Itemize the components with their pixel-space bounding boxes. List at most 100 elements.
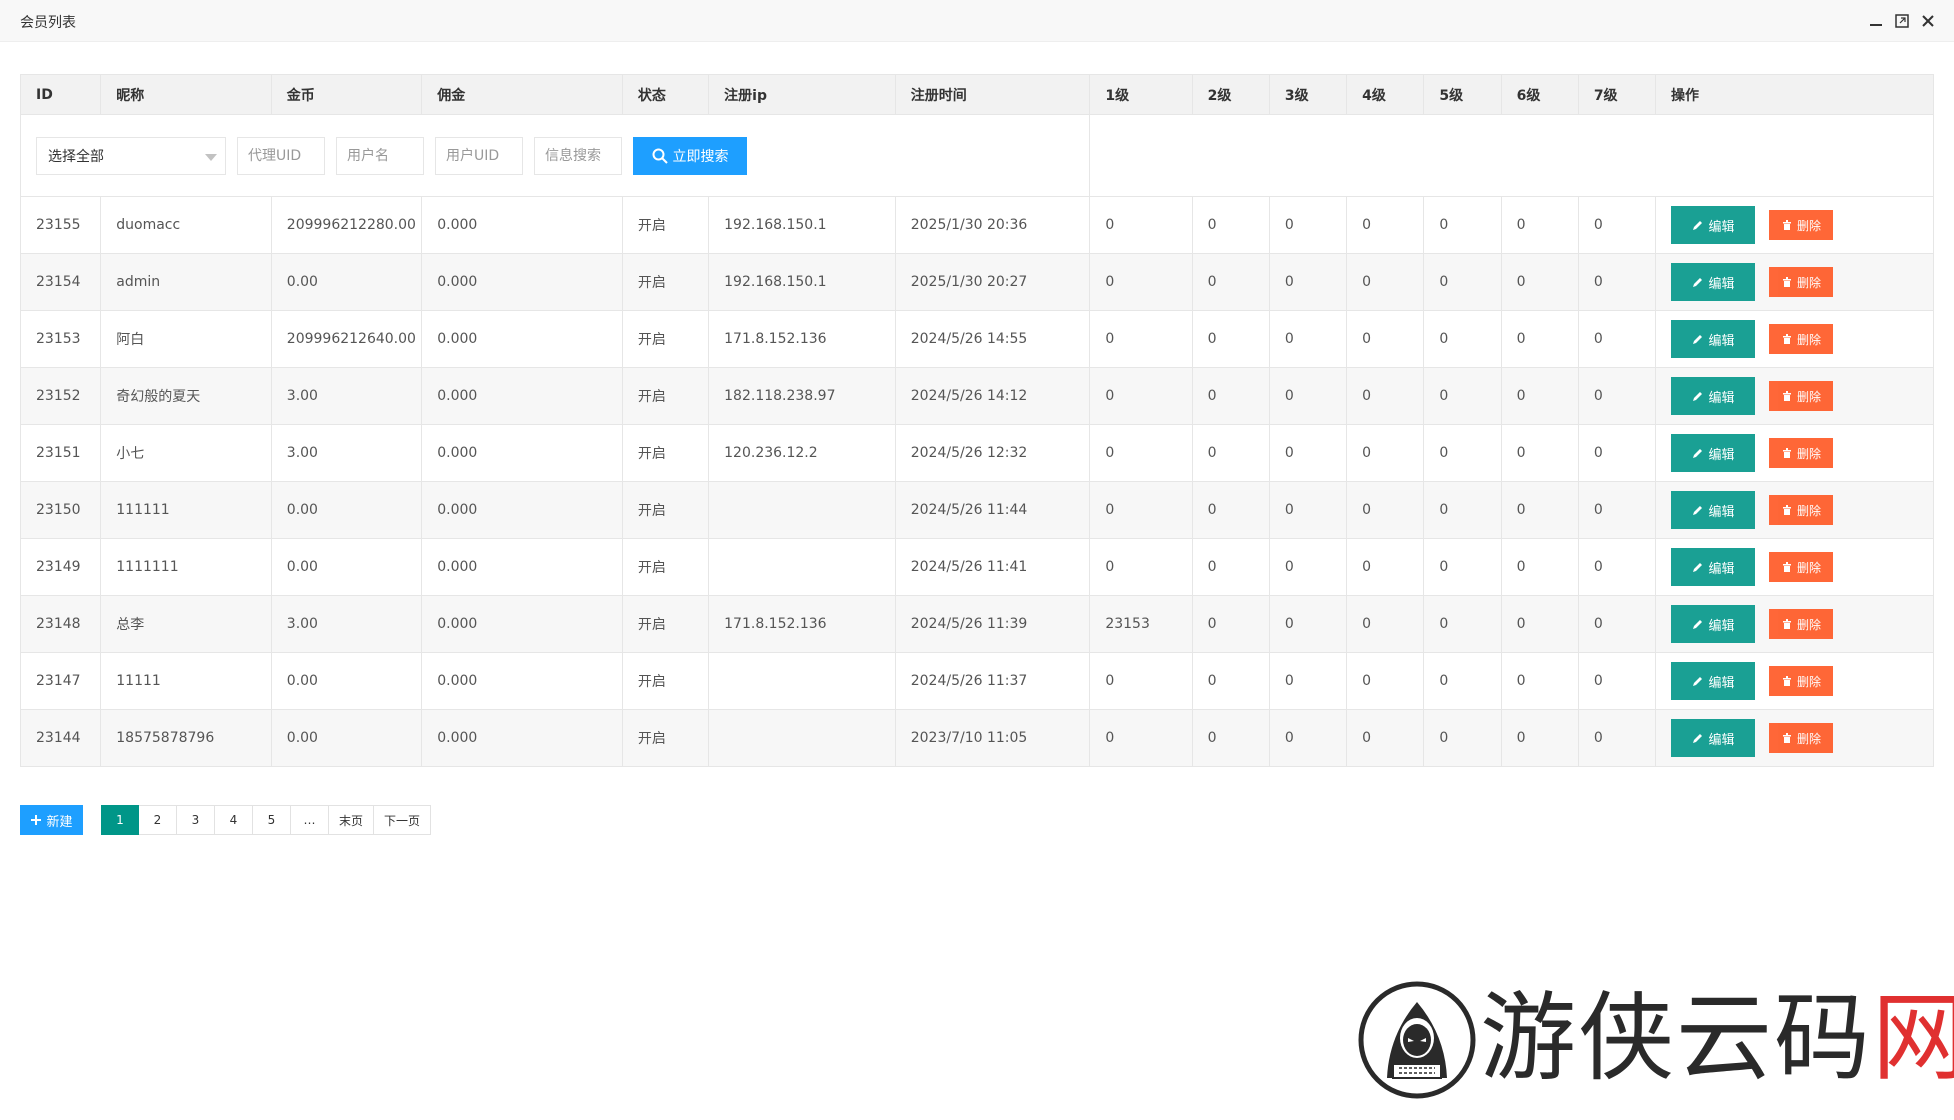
table-cell: 0: [1268, 709, 1348, 767]
table-cell: 阿白: [100, 310, 272, 368]
table-cell: 120.236.12.2: [708, 424, 896, 482]
page-link[interactable]: 2: [139, 805, 177, 835]
delete-button[interactable]: 删除: [1769, 723, 1834, 753]
pencil-icon: [1692, 677, 1702, 686]
table-header-row: ID 昵称 金币 佣金 状态 注册ip 注册时间 1级 2级 3级 4级 5级 6级 7级 操作: [19, 74, 1934, 115]
pencil-icon: [1692, 563, 1702, 572]
table-cell: 0: [1423, 595, 1502, 653]
table-row: 23152 奇幻般的夏天 3.00 0.000 开启 182.118.238.97 2024…: [19, 367, 1934, 425]
delete-button[interactable]: 删除: [1769, 210, 1834, 240]
table-cell: 2024/5/26 12:32: [894, 424, 1091, 482]
column-header: 注册时间: [894, 74, 1091, 115]
delete-button[interactable]: 删除: [1769, 381, 1834, 411]
edit-button[interactable]: 编辑: [1671, 662, 1756, 700]
table-cell: 0: [1346, 196, 1425, 254]
status-cell: 开启: [621, 709, 710, 767]
table-cell: admin: [100, 253, 272, 311]
trash-icon: [1783, 277, 1792, 287]
minimize-icon[interactable]: [1866, 11, 1886, 31]
edit-button[interactable]: 编辑: [1671, 434, 1756, 472]
watermark-text: 游侠云码网: [1480, 988, 1954, 1088]
agent-uid-input[interactable]: [237, 136, 325, 175]
table-cell: 0: [1268, 424, 1348, 482]
table-cell: 0: [1500, 595, 1579, 653]
page-link[interactable]: 下一页: [374, 805, 432, 835]
table-cell: 0: [1268, 253, 1348, 311]
delete-button-label: 删除: [1797, 560, 1822, 575]
trash-icon: [1783, 733, 1792, 743]
edit-button[interactable]: 编辑: [1671, 320, 1756, 358]
table-cell: 23151: [19, 424, 102, 482]
table-cell: 0: [1268, 652, 1348, 710]
column-header: 操作: [1655, 74, 1934, 115]
status-cell: 开启: [621, 652, 710, 710]
table-cell: 23154: [19, 253, 102, 311]
row-actions: 编辑 删除: [1671, 719, 1918, 757]
page-link[interactable]: …: [291, 805, 329, 835]
maximize-icon[interactable]: [1892, 11, 1912, 31]
close-icon[interactable]: [1918, 11, 1938, 31]
search-icon: [652, 148, 668, 164]
column-header: 1级: [1089, 74, 1193, 115]
username-input[interactable]: [336, 136, 424, 175]
delete-button[interactable]: 删除: [1769, 267, 1834, 297]
table-row: 23150 111111 0.00 0.000 开启 2024/5/26 11:44 0 0 0…: [19, 481, 1934, 539]
table-cell: 0.00: [270, 652, 423, 710]
table-cell: 0: [1191, 253, 1270, 311]
page-link[interactable]: 末页: [329, 805, 375, 835]
delete-button[interactable]: 删除: [1769, 438, 1834, 468]
actions-cell: 编辑 删除: [1655, 652, 1934, 710]
table-cell: 0: [1577, 481, 1657, 539]
page-link[interactable]: 5: [253, 805, 291, 835]
edit-button[interactable]: 编辑: [1671, 491, 1756, 529]
edit-button[interactable]: 编辑: [1671, 719, 1756, 757]
delete-button[interactable]: 删除: [1769, 324, 1834, 354]
table-cell: 3.00: [270, 424, 423, 482]
delete-button[interactable]: 删除: [1769, 609, 1834, 639]
table-cell: 0: [1089, 481, 1193, 539]
row-actions: 编辑 删除: [1671, 491, 1918, 529]
table-cell: 0: [1577, 652, 1657, 710]
info-search-input[interactable]: [534, 136, 622, 175]
page-link[interactable]: 1: [101, 805, 139, 835]
table-cell: 0: [1577, 709, 1657, 767]
table-cell: 0: [1500, 538, 1579, 596]
edit-button[interactable]: 编辑: [1671, 263, 1756, 301]
status-select[interactable]: 选择全部: [36, 136, 226, 175]
edit-button[interactable]: 编辑: [1671, 206, 1756, 244]
column-header: 状态: [621, 74, 710, 115]
search-button-label: 立即搜索: [672, 148, 729, 165]
edit-button[interactable]: 编辑: [1671, 377, 1756, 415]
trash-icon: [1783, 505, 1792, 515]
page-link[interactable]: 3: [177, 805, 215, 835]
table-row: 23153 阿白 209996212640.00 0.000 开启 171.8.152.1…: [19, 310, 1934, 368]
table-cell: 0.00: [270, 538, 423, 596]
table-cell: 171.8.152.136: [708, 595, 896, 653]
edit-button-label: 编辑: [1708, 618, 1735, 634]
footer-bar: 新建 1 2 3 4 5… 末页 下一页: [20, 805, 432, 835]
delete-button-label: 删除: [1797, 731, 1822, 746]
delete-button[interactable]: 删除: [1769, 552, 1834, 582]
user-uid-input[interactable]: [435, 136, 523, 175]
edit-button[interactable]: 编辑: [1671, 605, 1756, 643]
table-row: 23154 admin 0.00 0.000 开启 192.168.150.1 2025/1…: [19, 253, 1934, 311]
search-button[interactable]: 立即搜索: [633, 136, 747, 175]
table-cell: 0: [1346, 253, 1425, 311]
table-cell: [708, 481, 896, 539]
delete-button[interactable]: 删除: [1769, 495, 1834, 525]
new-button-label: 新建: [46, 814, 73, 830]
delete-button[interactable]: 删除: [1769, 666, 1834, 696]
edit-button-label: 编辑: [1708, 561, 1735, 577]
watermark-logo: 游侠云码网: [1355, 980, 1954, 1100]
page-link[interactable]: 4: [215, 805, 253, 835]
table-cell: 0: [1089, 367, 1193, 425]
table-cell: 2024/5/26 14:55: [894, 310, 1091, 368]
table-cell: 2024/5/26 14:12: [894, 367, 1091, 425]
edit-button-label: 编辑: [1708, 675, 1735, 691]
table-row: 23144 18575878796 0.00 0.000 开启 2023/7/10 11:…: [19, 709, 1934, 767]
column-header: ID: [19, 74, 102, 115]
table-cell: 23150: [19, 481, 102, 539]
new-button[interactable]: 新建: [20, 805, 83, 835]
table-cell: 23148: [19, 595, 102, 653]
edit-button[interactable]: 编辑: [1671, 548, 1756, 586]
